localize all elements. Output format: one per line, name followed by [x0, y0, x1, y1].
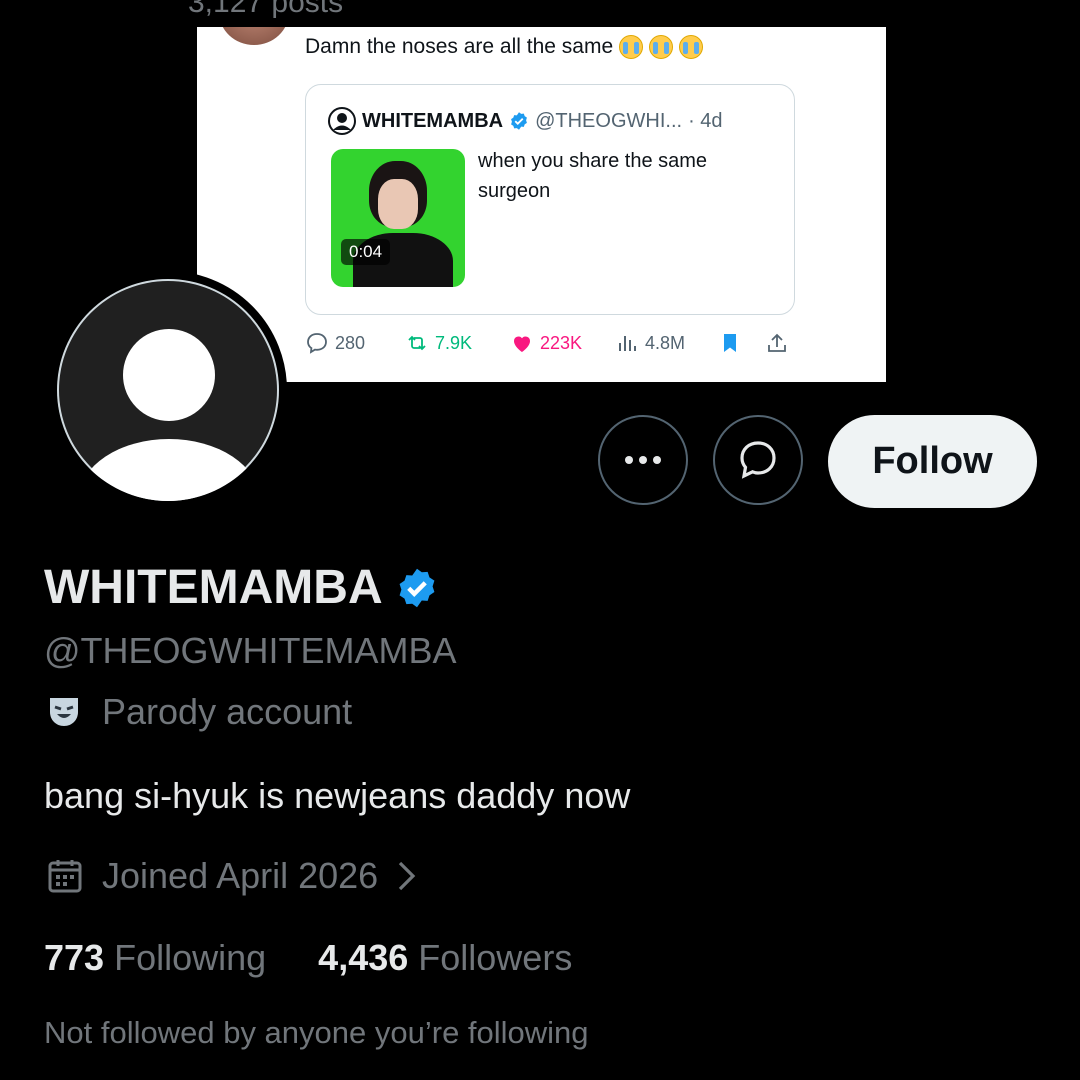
reply-stat: 280 [305, 331, 365, 355]
quoted-tweet: WHITEMAMBA @THEOGWHI... · 4d 0:04 when y… [305, 84, 795, 315]
reply-text-line: Damn the noses are all the same [305, 35, 704, 59]
default-avatar-icon [57, 279, 279, 501]
calendar-icon [48, 860, 82, 893]
verified-badge-icon[interactable] [395, 566, 439, 610]
quoted-tweet-age: · 4d [688, 109, 723, 132]
parody-label-text: Parody account [102, 691, 353, 732]
reply-author-avatar [219, 27, 289, 45]
profile-handle: @THEOGWHITEMAMBA [44, 630, 457, 671]
bookmark-stat [718, 331, 742, 355]
display-name: WHITEMAMBA [44, 561, 383, 614]
video-thumbnail: 0:04 [331, 149, 465, 287]
header-post-count: 3,127 posts [188, 0, 344, 19]
crying-emoji-icon [679, 35, 704, 59]
repost-icon [408, 335, 426, 351]
default-avatar-icon [328, 107, 356, 135]
profile-avatar[interactable] [49, 271, 287, 509]
reply-icon [307, 333, 327, 354]
quoted-tweet-header: WHITEMAMBA @THEOGWHI... · 4d [328, 107, 723, 135]
joined-date[interactable]: Joined April 2026 [46, 855, 418, 897]
share-stat [765, 331, 789, 355]
follow-button[interactable]: Follow [828, 415, 1037, 508]
thumbnail-face [378, 179, 418, 229]
like-stat: 223K [510, 331, 582, 355]
followers-count: 4,436 [318, 937, 409, 978]
video-duration: 0:04 [341, 239, 391, 265]
quoted-author-handle: @THEOGWHI... [535, 109, 683, 132]
more-icon [625, 456, 661, 464]
following-label: Following [114, 937, 267, 978]
crying-emoji-icon [649, 35, 674, 59]
verified-badge-icon [511, 112, 528, 130]
mask-icon [50, 698, 78, 726]
share-icon [768, 333, 786, 352]
message-icon [740, 441, 776, 479]
quoted-tweet-text: when you share the same surgeon [478, 150, 708, 202]
parody-label: Parody account [46, 691, 352, 733]
views-stat: 4.8M [615, 331, 685, 355]
mutual-followers-note: Not followed by anyone you’re following [44, 1015, 589, 1050]
repost-stat: 7.9K [405, 331, 472, 355]
views-icon [619, 336, 636, 351]
follow-stats: 773 Following 4,436 Followers [44, 937, 572, 979]
like-count: 223K [540, 332, 583, 353]
reply-text: Damn the noses are all the same [305, 35, 614, 58]
profile-banner[interactable]: Damn the noses are all the same WHITEMAM… [197, 27, 886, 382]
quoted-author-name: WHITEMAMBA [362, 109, 504, 132]
tweet-actions: 280 7.9K 223K 4.8M [305, 331, 786, 361]
bookmark-icon [724, 334, 736, 352]
message-button[interactable] [713, 415, 803, 505]
views-count: 4.8M [645, 332, 686, 353]
following-count: 773 [44, 937, 105, 978]
following-link[interactable]: 773 Following [44, 937, 266, 979]
heart-icon [514, 336, 530, 352]
crying-emoji-icon [619, 35, 644, 59]
followers-label: Followers [418, 937, 573, 978]
profile-bio: bang si-hyuk is newjeans daddy now [44, 775, 631, 816]
reply-count: 280 [335, 332, 366, 353]
chevron-right-icon [399, 861, 416, 891]
repost-count: 7.9K [435, 332, 473, 353]
joined-text: Joined April 2026 [102, 855, 379, 896]
followers-link[interactable]: 4,436 Followers [318, 937, 572, 979]
more-options-button[interactable] [598, 415, 688, 505]
profile-name-row: WHITEMAMBA [44, 560, 439, 615]
